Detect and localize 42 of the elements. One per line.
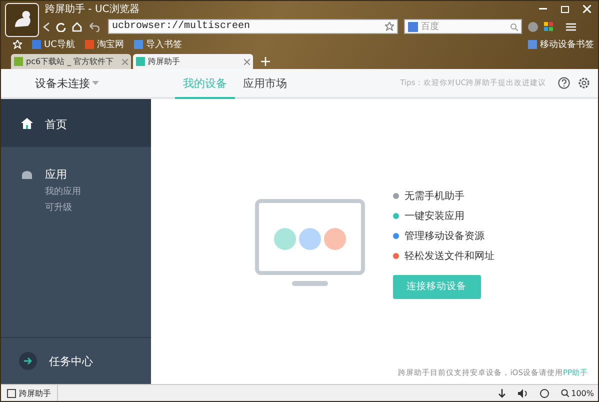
sidebar-subitem[interactable]: 我的应用: [45, 185, 81, 198]
sidebar-item[interactable]: 应用 我的应用 可升级: [1, 147, 151, 228]
speaker-icon[interactable]: [518, 388, 528, 398]
browser-tab[interactable]: 跨屏助手: [133, 54, 253, 69]
feature-text: 无需手机助手: [404, 190, 464, 202]
close-icon: [583, 5, 591, 14]
zoom-control[interactable]: 100%: [561, 388, 594, 398]
device-status[interactable]: 设备未连接: [35, 76, 90, 90]
reload-icon[interactable]: [56, 22, 66, 32]
bookmark-link[interactable]: UC导航: [32, 38, 75, 52]
menu-icon[interactable]: [566, 22, 576, 31]
app-tab[interactable]: 应用市场: [235, 69, 295, 99]
feature-text: 轻松发送文件和网址: [404, 250, 494, 262]
star-icon[interactable]: [385, 22, 394, 32]
search-icon[interactable]: [510, 22, 518, 31]
address-bar[interactable]: ucbrowser://multiscreen: [108, 19, 398, 34]
window-title: 跨屏助手 - UC浏览器: [45, 2, 140, 16]
plus-icon[interactable]: [261, 57, 270, 66]
search-engine-icon[interactable]: [408, 22, 418, 32]
page-icon: [7, 388, 16, 398]
feature-text: 一键安装应用: [404, 210, 464, 222]
feature-text: 管理移动设备资源: [404, 230, 484, 242]
sidebar-subitem[interactable]: 可升级: [45, 201, 81, 214]
bookmark-folder[interactable]: 移动设备书签: [528, 38, 594, 52]
download-icon[interactable]: [498, 388, 506, 398]
bookmark-link[interactable]: 淘宝网: [84, 38, 124, 52]
zoom-icon: [561, 389, 570, 397]
status-tab[interactable]: 跨屏助手: [1, 385, 58, 401]
help-icon[interactable]: [558, 77, 570, 89]
close-icon[interactable]: [244, 58, 250, 64]
settings-icon[interactable]: [578, 77, 590, 89]
home-icon[interactable]: [72, 22, 82, 32]
browser-tab[interactable]: pc6下载站 _ 官方软件下: [11, 54, 131, 69]
minimize-icon: [539, 8, 547, 10]
sidebar-item[interactable]: 首页: [1, 99, 151, 147]
apps-icon[interactable]: [544, 22, 554, 32]
home-icon: [21, 118, 33, 129]
undo-icon[interactable]: [88, 22, 102, 32]
back-icon[interactable]: [43, 22, 50, 32]
browser-logo[interactable]: [5, 3, 39, 37]
maximize-icon: [561, 6, 569, 13]
bookmark-link[interactable]: 导入书签: [134, 38, 182, 52]
